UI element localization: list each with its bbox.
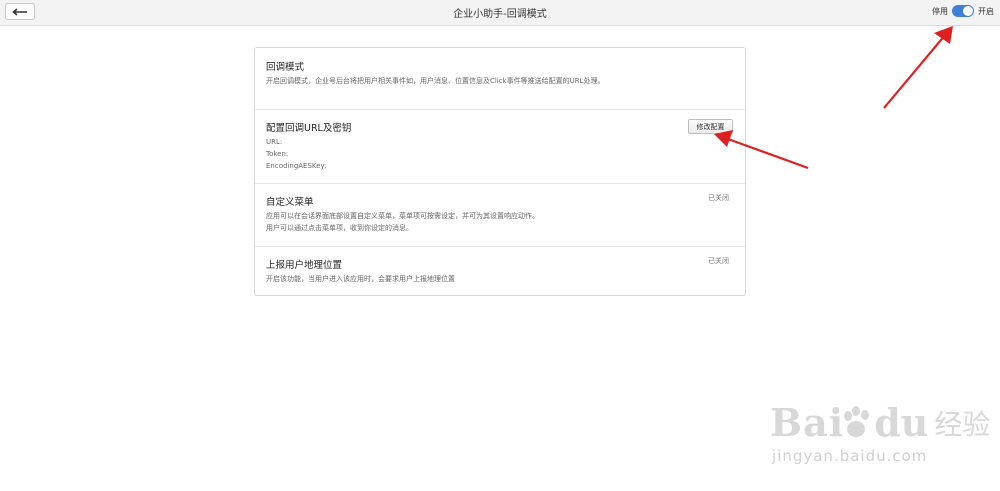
section-description: 开启该功能，当用户进入该应用时，会要求用户上报地理位置 [266,275,455,283]
aeskey-field-label: EncodingAESKey: [266,162,327,170]
section-custom-menu: 自定义菜单 已关闭 应用可以在会话界面底部设置自定义菜单，菜单项可按需设定，并可… [255,184,745,247]
section-title: 回调模式 [266,62,305,73]
section-title: 配置回调URL及密钥 [266,123,352,134]
section-callback-mode: 回调模式 开启回调模式，企业号后台将把用户相关事件如，用户消息、位置信息及Cli… [255,48,745,110]
section-title: 上报用户地理位置 [266,260,343,271]
top-bar: 企业小助手-回调模式 停用 开启 [0,0,1000,26]
edit-config-button[interactable]: 修改配置 [688,119,733,134]
section-description: 开启回调模式，企业号后台将把用户相关事件如，用户消息、位置信息及Click事件等… [266,77,605,85]
callback-mode-toggle[interactable] [952,5,974,17]
section-callback-config: 配置回调URL及密钥 修改配置 URL: Token: EncodingAESK… [255,110,745,184]
toggle-knob [963,6,973,16]
token-field-label: Token: [266,150,289,158]
settings-panel: 回调模式 开启回调模式，企业号后台将把用户相关事件如，用户消息、位置信息及Cli… [254,47,746,296]
toggle-on-label: 开启 [978,6,994,16]
watermark-brand-du: du [874,400,929,445]
toggle-off-label: 停用 [932,6,948,16]
status-badge: 已关闭 [708,257,729,265]
callback-toggle-group: 停用 开启 [932,5,994,17]
section-description: 应用可以在会话界面底部设置自定义菜单，菜单项可按需设定，并可为其设置响应动作。 [266,212,539,220]
status-badge: 已关闭 [708,194,729,202]
page-title: 企业小助手-回调模式 [453,9,547,20]
watermark: Bai du 经验 jingyan.baidu.com [770,400,990,465]
watermark-url: jingyan.baidu.com [772,447,928,465]
section-description: 用户可以通过点击菜单项，收到你设定的消息。 [266,224,413,232]
url-field-label: URL: [266,138,283,146]
watermark-brand-cn: 经验 [934,407,991,441]
paw-icon [844,405,870,437]
watermark-brand-latin: Bai [770,400,845,445]
annotation-arrow-toggle [883,26,953,109]
section-title: 自定义菜单 [266,197,314,208]
section-location-report: 上报用户地理位置 已关闭 开启该功能，当用户进入该应用时，会要求用户上报地理位置 [255,247,745,295]
